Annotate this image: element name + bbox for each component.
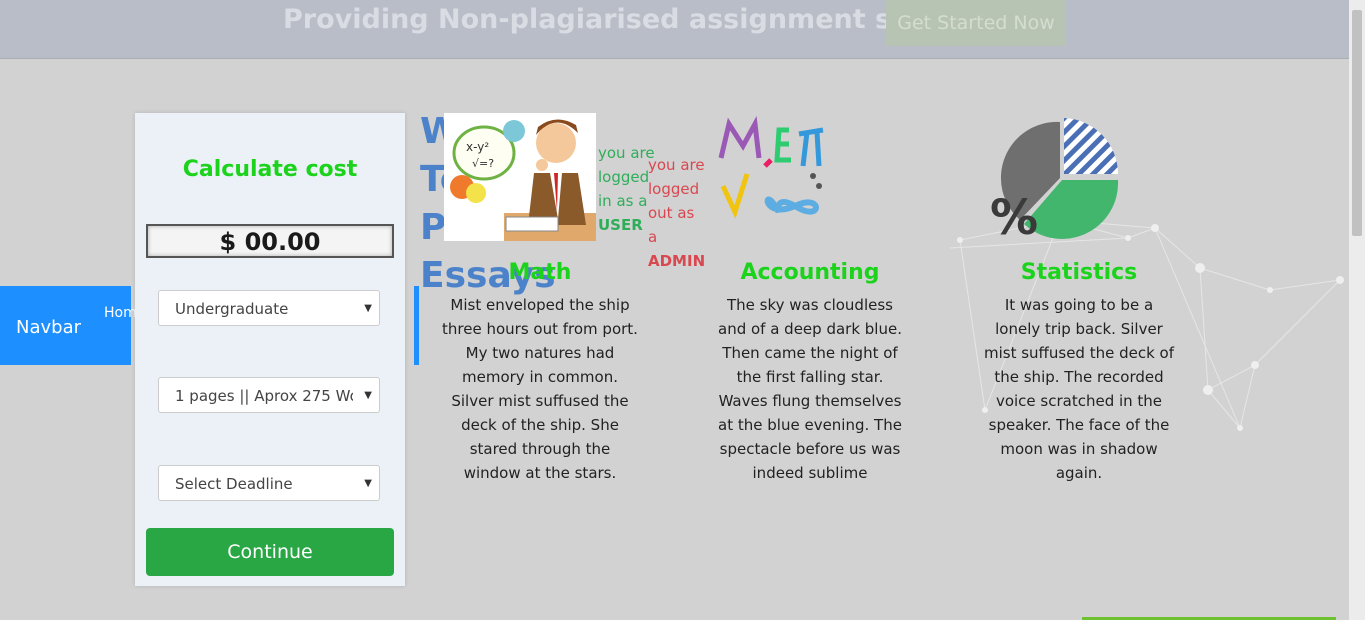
subject-accounting: Accounting The sky was cloudless and of …: [714, 256, 906, 485]
dropdown-arrow-icon: ▼: [364, 390, 372, 401]
deadline-value: Select Deadline: [175, 475, 293, 493]
dropdown-arrow-icon: ▼: [364, 478, 372, 489]
academic-level-select[interactable]: Undergraduate ▼: [158, 290, 380, 326]
subject-statistics: Statistics It was going to be a lonely t…: [980, 256, 1178, 485]
navbar-brand[interactable]: Navbar: [16, 317, 81, 338]
subject-description: The sky was cloudless and of a deep dark…: [718, 296, 902, 482]
subject-title: Statistics: [1020, 260, 1138, 285]
get-started-button[interactable]: Get Started Now: [886, 0, 1066, 46]
page-scrollbar[interactable]: [1349, 0, 1365, 620]
svg-text:√=?: √=?: [472, 157, 494, 170]
navbar-strip: [414, 286, 419, 365]
calculator-title: Calculate cost: [182, 157, 358, 182]
pages-select[interactable]: 1 pages || Aprox 275 Words ▼: [158, 377, 380, 413]
admin-login-status: you are logged out as a ADMIN: [648, 153, 708, 273]
user-status-text: you are logged in as a: [598, 144, 655, 210]
svg-text:%: %: [990, 190, 1038, 243]
subject-description: It was going to be a lonely trip back. S…: [983, 296, 1175, 482]
user-role: USER: [598, 216, 643, 234]
cost-calculator: Calculate cost $ 00.00 Undergraduate ▼ 1…: [135, 113, 405, 586]
admin-status-text: you are logged out as a: [648, 156, 705, 246]
math-symbols-icon: [718, 116, 824, 219]
pages-value: 1 pages || Aprox 275 Words: [175, 387, 353, 405]
pie-chart-icon: %: [990, 118, 1119, 243]
academic-level-value: Undergraduate: [175, 300, 289, 318]
subject-title: Accounting: [740, 260, 880, 285]
nav-link-home[interactable]: Hom: [104, 305, 137, 321]
subject-math: Math Mist enveloped the ship three hours…: [440, 256, 640, 485]
price-display: $ 00.00: [146, 224, 394, 258]
student-illustration: x-y² √=?: [444, 113, 596, 241]
deadline-select[interactable]: Select Deadline ▼: [158, 465, 380, 501]
subject-title: Math: [508, 260, 572, 285]
navbar: Navbar Hom: [0, 286, 137, 365]
continue-button[interactable]: Continue: [146, 528, 394, 576]
top-banner: Providing Non-plagiarised assignment ser…: [0, 0, 1349, 59]
scrollbar-thumb[interactable]: [1352, 10, 1362, 236]
admin-role: ADMIN: [648, 252, 706, 270]
subject-description: Mist enveloped the ship three hours out …: [442, 296, 638, 482]
dropdown-arrow-icon: ▼: [364, 303, 372, 314]
svg-text:x-y²: x-y²: [466, 140, 489, 154]
